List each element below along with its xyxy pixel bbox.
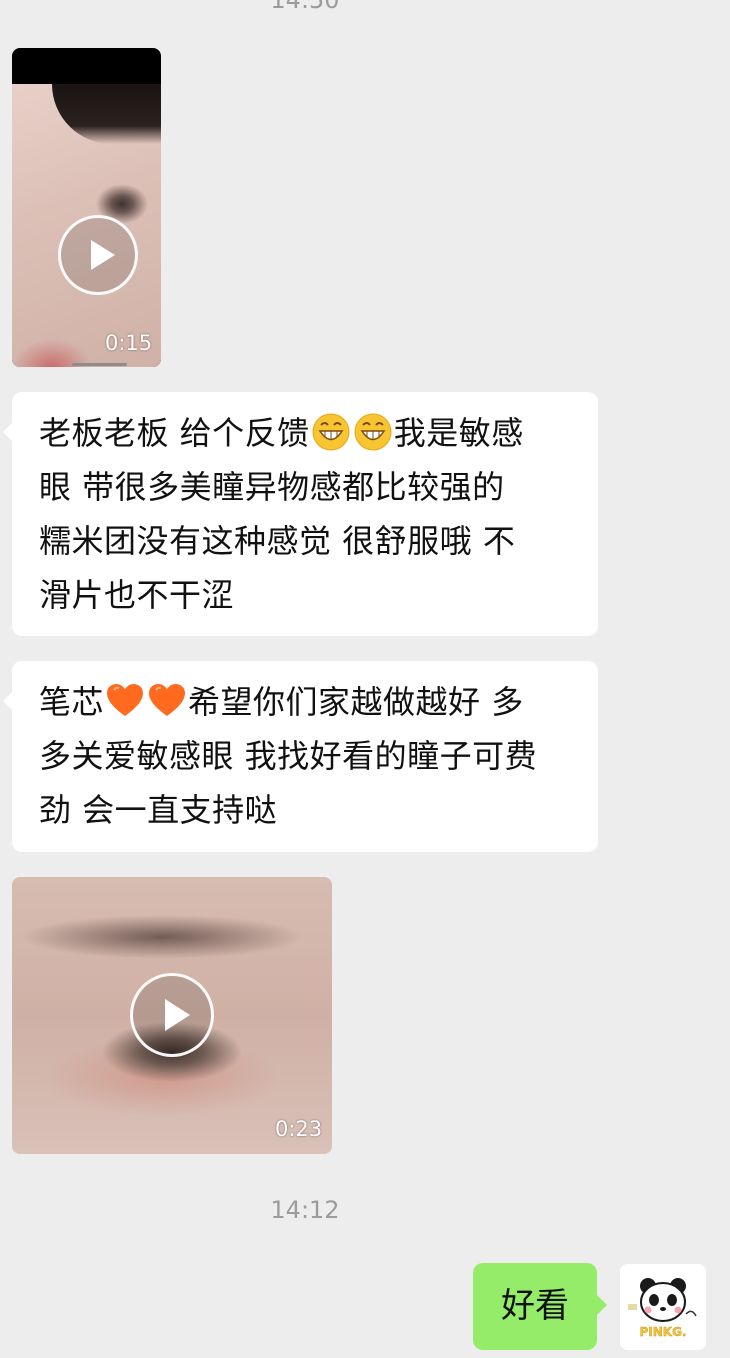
video-duration: 0:23 bbox=[275, 1117, 323, 1141]
grin-emoji bbox=[312, 413, 350, 451]
video-scrub-indicator bbox=[72, 363, 127, 366]
outgoing-message-bubble[interactable]: 好看 bbox=[473, 1263, 607, 1350]
incoming-message-bubble[interactable]: 笔芯 希望你们家越做越好 多 多关爱敏感眼 我找好看的瞳子可费 劲 会一直支持哒 bbox=[3, 661, 598, 852]
message-line: 多关爱敏感眼 我找好看的瞳子可费 bbox=[39, 737, 538, 775]
play-icon[interactable] bbox=[130, 973, 214, 1057]
message-line: 劲 会一直支持哒 bbox=[39, 791, 278, 829]
incoming-message-bubble[interactable]: 老板老板 给个反馈 我是敏感 眼 带很多美瞳异物感都比较强的 糯米团没有这种感觉 … bbox=[3, 392, 598, 636]
timestamp: 14:12 bbox=[270, 1196, 340, 1224]
message-line: 老板老板 给个反馈 我是敏感 bbox=[39, 406, 598, 460]
message-text: 老板老板 给个反馈 bbox=[39, 414, 310, 452]
video-duration: 0:15 bbox=[105, 331, 153, 355]
message-text: 笔芯 bbox=[39, 683, 105, 721]
panda-avatar-icon: PINKG. bbox=[620, 1264, 706, 1350]
message-line: 滑片也不干涩 bbox=[39, 576, 235, 614]
orange-heart-emoji bbox=[149, 684, 186, 716]
message-text: 我是敏感 bbox=[393, 414, 524, 452]
message-line: 糯米团没有这种感觉 很舒服哦 不 bbox=[39, 522, 516, 560]
video-message[interactable]: 0:15 bbox=[12, 48, 161, 367]
timestamp: 14:50 bbox=[270, 0, 340, 14]
orange-heart-emoji bbox=[107, 684, 144, 716]
message-line: 眼 带很多美瞳异物感都比较强的 bbox=[39, 468, 505, 506]
avatar-label: PINKG. bbox=[639, 1325, 686, 1339]
message-text: 希望你们家越做越好 多 bbox=[188, 683, 524, 721]
avatar[interactable]: PINKG. bbox=[620, 1264, 706, 1350]
play-icon[interactable] bbox=[58, 215, 138, 295]
grin-emoji bbox=[354, 413, 392, 451]
video-message[interactable]: 0:23 bbox=[12, 877, 332, 1154]
message-line: 笔芯 希望你们家越做越好 多 bbox=[39, 675, 598, 729]
